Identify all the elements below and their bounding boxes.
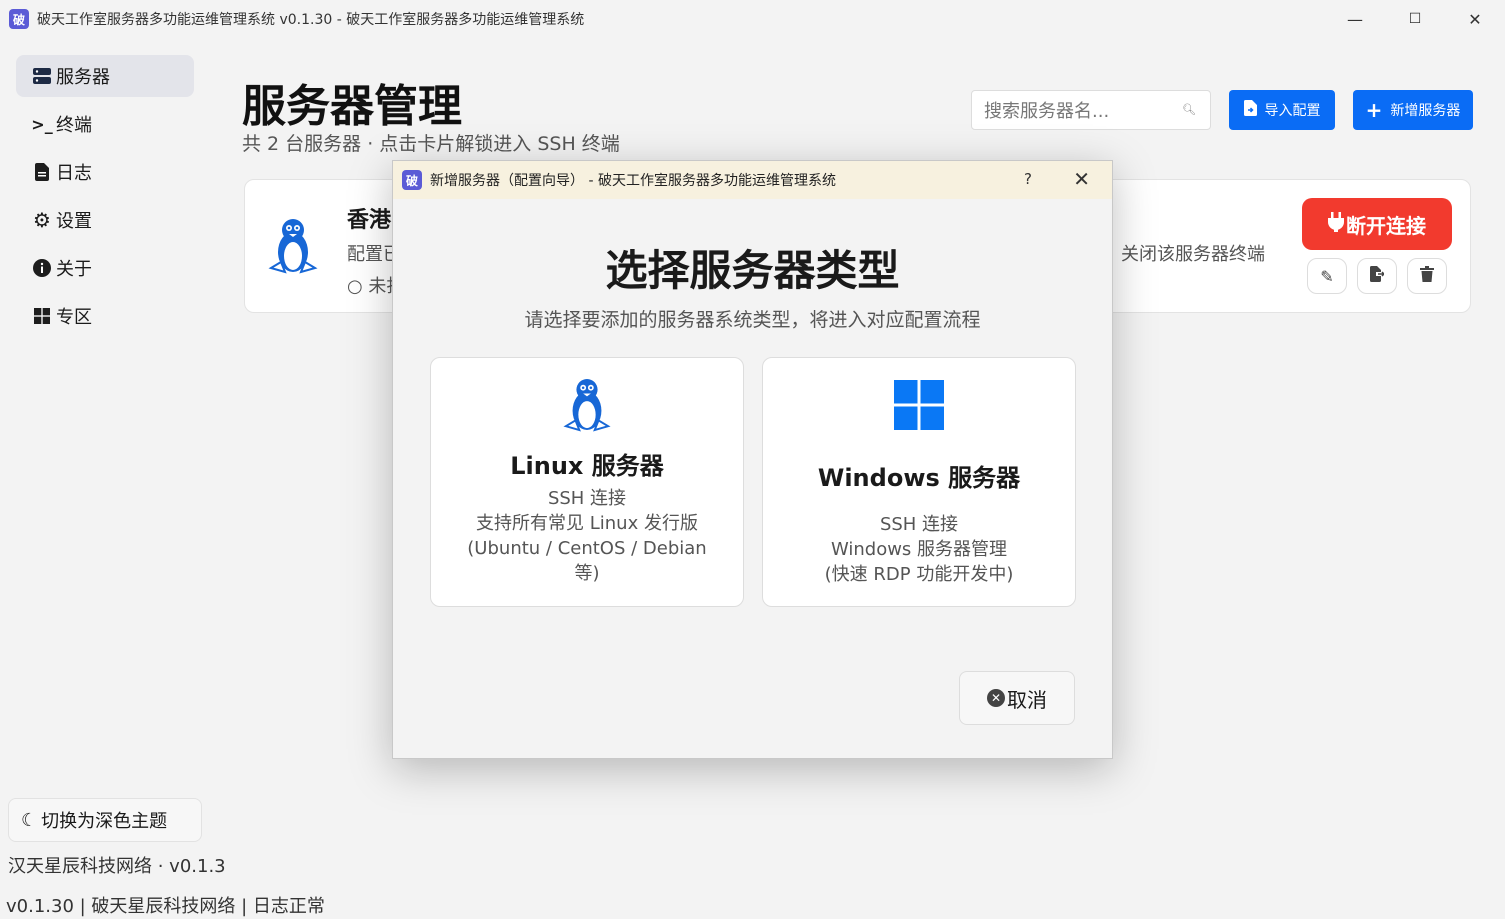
add-server-dialog: 破 新增服务器（配置向导） - 破天工作室服务器多功能运维管理系统 ? ✕ 选择…: [392, 160, 1113, 759]
disconnect-button[interactable]: 断开连接: [1302, 198, 1452, 250]
sidebar-item-label: 设置: [56, 211, 92, 232]
import-config-label: 导入配置: [1264, 103, 1321, 119]
delete-server-button[interactable]: [1407, 258, 1447, 294]
desc-line: (快速 RDP 功能开发中): [824, 564, 1014, 585]
windows-option-desc: SSH 连接 Windows 服务器管理 (快速 RDP 功能开发中): [773, 512, 1065, 587]
dialog-close-button[interactable]: ✕: [1073, 167, 1090, 191]
server-hint: 关闭该服务器终端: [1121, 244, 1265, 265]
windows-icon: [32, 306, 52, 326]
cancel-button[interactable]: ✕ 取消: [959, 671, 1075, 725]
dialog-heading: 选择服务器类型: [605, 246, 900, 295]
search-placeholder: 搜索服务器名...: [984, 101, 1110, 122]
desc-line: SSH 连接: [547, 488, 627, 509]
server-icon: [32, 66, 52, 86]
file-icon: [32, 162, 52, 182]
file-export-icon: [1370, 266, 1386, 286]
windows-icon: [763, 380, 1075, 430]
page-subtitle: 共 2 台服务器 · 点击卡片解锁进入 SSH 终端: [242, 133, 620, 155]
linux-option-desc: SSH 连接 支持所有常见 Linux 发行版 (Ubuntu / CentOS…: [441, 486, 733, 586]
sidebar-item-settings[interactable]: ⚙ 设置: [16, 199, 194, 241]
sidebar-item-logs[interactable]: 日志: [16, 151, 194, 193]
theme-toggle-label: 切换为深色主题: [41, 811, 168, 832]
windows-option-title: Windows 服务器: [817, 464, 1021, 492]
sidebar-item-about[interactable]: 关于: [16, 247, 194, 289]
export-server-button[interactable]: [1357, 258, 1397, 294]
pencil-icon: ✎: [1320, 266, 1334, 286]
sidebar-item-label: 专区: [56, 307, 92, 328]
sidebar-item-label: 关于: [56, 259, 92, 280]
gear-icon: ⚙: [33, 208, 51, 232]
plus-icon: +: [1365, 98, 1383, 122]
window-titlebar: 破 破天工作室服务器多功能运维管理系统 v0.1.30 - 破天工作室服务器多功…: [0, 0, 1505, 38]
window-title: 破天工作室服务器多功能运维管理系统 v0.1.30 - 破天工作室服务器多功能运…: [37, 12, 585, 28]
dialog-titlebar: 破 新增服务器（配置向导） - 破天工作室服务器多功能运维管理系统 ? ✕: [393, 161, 1112, 199]
dialog-help-button[interactable]: ?: [1024, 170, 1032, 188]
linux-icon: [431, 376, 743, 434]
trash-icon: [1420, 266, 1434, 286]
disconnect-label: 断开连接: [1346, 213, 1426, 238]
close-window-button[interactable]: ✕: [1445, 0, 1505, 38]
linux-option-title: Linux 服务器: [510, 452, 664, 480]
dialog-title: 新增服务器（配置向导） - 破天工作室服务器多功能运维管理系统: [430, 173, 836, 189]
desc-line: 等): [574, 563, 600, 584]
sidebar-item-zone[interactable]: 专区: [16, 295, 194, 337]
maximize-button[interactable]: ☐: [1385, 0, 1445, 38]
import-config-button[interactable]: 导入配置: [1229, 90, 1335, 130]
terminal-icon: >_: [31, 114, 53, 134]
add-server-button[interactable]: + 新增服务器: [1353, 90, 1473, 130]
close-circle-icon: ✕: [987, 689, 1005, 707]
edit-server-button[interactable]: ✎: [1307, 258, 1347, 294]
sidebar-item-terminal[interactable]: >_ 终端: [16, 103, 194, 145]
sidebar-version: 汉天星辰科技网络 · v0.1.3: [8, 856, 226, 877]
windows-server-option[interactable]: Windows 服务器 SSH 连接 Windows 服务器管理 (快速 RDP…: [762, 357, 1076, 607]
sidebar-item-label: 终端: [56, 115, 92, 136]
app-logo-icon: 破: [402, 170, 422, 190]
window-controls: — ☐ ✕: [1325, 0, 1505, 38]
linux-server-option[interactable]: Linux 服务器 SSH 连接 支持所有常见 Linux 发行版 (Ubunt…: [430, 357, 744, 607]
cancel-label: 取消: [1007, 687, 1047, 712]
search-input[interactable]: 搜索服务器名... 🔍︎: [971, 90, 1211, 130]
theme-toggle-button[interactable]: ☾ 切换为深色主题: [8, 798, 202, 842]
plug-icon: [1328, 211, 1344, 237]
desc-line: 支持所有常见 Linux 发行版: [476, 513, 698, 534]
info-icon: [32, 258, 52, 278]
sidebar: 服务器 >_ 终端 日志 ⚙ 设置 关于 专区 ☾ 切换为深色主题 汉天星辰科技…: [0, 38, 226, 919]
server-name: 香港: [347, 208, 392, 233]
status-bar: v0.1.30 | 破天星辰科技网络 | 日志正常: [6, 896, 325, 917]
search-icon: 🔍︎: [1182, 103, 1196, 116]
sidebar-item-label: 服务器: [56, 67, 110, 88]
sidebar-item-label: 日志: [56, 163, 92, 184]
desc-line: SSH 连接: [879, 514, 959, 535]
minimize-button[interactable]: —: [1325, 0, 1385, 38]
moon-icon: ☾: [21, 809, 38, 831]
add-server-label: 新增服务器: [1390, 103, 1461, 119]
sidebar-item-servers[interactable]: 服务器: [16, 55, 194, 97]
linux-icon: [267, 216, 319, 280]
desc-line: (Ubuntu / CentOS / Debian: [467, 538, 707, 559]
file-import-icon: [1243, 100, 1257, 120]
dialog-subtitle: 请选择要添加的服务器系统类型，将进入对应配置流程: [524, 309, 981, 331]
app-logo-icon: 破: [9, 9, 29, 29]
page-title: 服务器管理: [242, 81, 462, 132]
desc-line: Windows 服务器管理: [830, 539, 1008, 560]
